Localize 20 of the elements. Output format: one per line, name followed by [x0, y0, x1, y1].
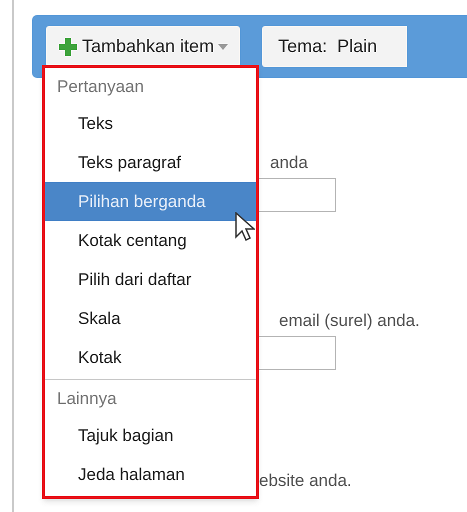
menu-item[interactable]: Kotak centang — [45, 221, 256, 260]
mouse-pointer-icon — [235, 212, 255, 242]
menu-section-header: Pertanyaan — [56, 76, 145, 98]
plus-icon — [58, 36, 78, 56]
menu-item[interactable]: Teks paragraf — [45, 143, 256, 182]
form-text: anda — [270, 152, 308, 174]
menu-item[interactable]: Tajuk bagian — [45, 416, 256, 455]
form-text: ebsite anda. — [259, 470, 352, 492]
menu-section-header: Lainnya — [56, 388, 118, 410]
text-field[interactable] — [256, 178, 336, 212]
add-item-button[interactable]: Tambahkan item — [46, 26, 240, 67]
menu-item[interactable]: Teks — [45, 104, 256, 143]
menu-item[interactable]: Pilih dari daftar — [45, 260, 256, 299]
theme-button[interactable]: Tema: Plain — [262, 26, 408, 67]
menu-item[interactable]: Jeda halaman — [45, 455, 256, 494]
text-field[interactable] — [256, 336, 336, 370]
menu-item[interactable]: Kotak — [45, 338, 256, 377]
menu-item[interactable]: Skala — [45, 299, 256, 338]
form-text: email (surel) anda. — [279, 310, 420, 332]
caret-icon — [218, 44, 228, 50]
